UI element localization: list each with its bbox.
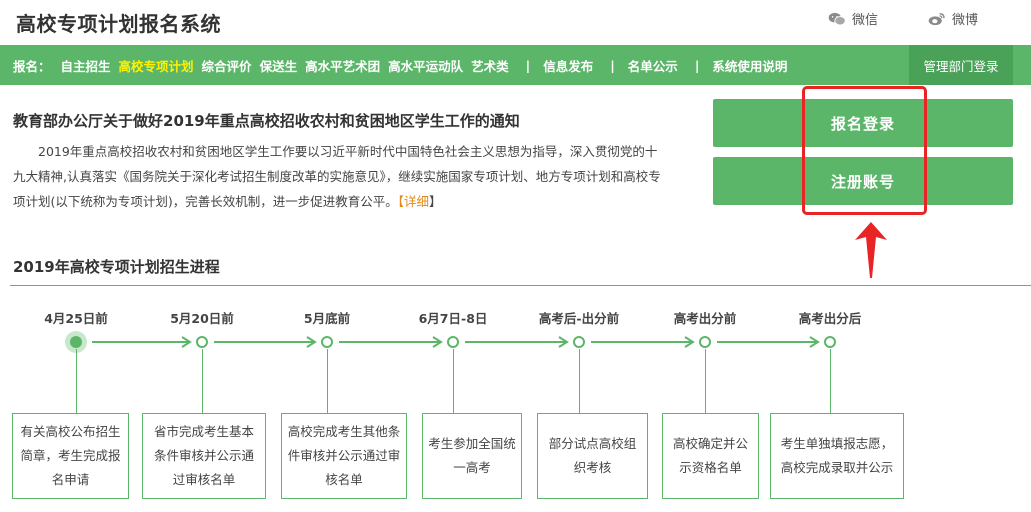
stage-connector	[705, 349, 706, 413]
nav-separator: |	[694, 57, 700, 73]
main-nav: 报名： 自主招生 高校专项计划 综合评价 保送生 高水平艺术团 高水平运动队 艺…	[0, 45, 1031, 85]
stage-connector	[327, 349, 328, 413]
stage-dot	[699, 336, 711, 348]
nav-separator: |	[610, 57, 615, 73]
stage-description: 考生单独填报志愿，高校完成录取并公示	[770, 413, 904, 499]
wechat-link[interactable]: 微信	[828, 9, 878, 28]
stage-description: 高校完成考生其他条件审核并公示通过审核名单	[281, 413, 407, 499]
wechat-label: 微信	[852, 13, 879, 28]
section-divider	[10, 285, 1031, 286]
stage-description: 有关高校公布招生简章，考生完成报名申请	[12, 413, 129, 499]
stage-label: 6月7日-8日	[418, 311, 488, 326]
stage-dot	[824, 336, 836, 348]
stage-dot	[196, 336, 208, 348]
wechat-icon	[828, 12, 846, 25]
more-bracket-close: 】	[429, 194, 442, 209]
login-button[interactable]: 报名登录	[713, 99, 1013, 147]
nav-item-zizhu[interactable]: 自主招生	[61, 56, 111, 75]
more-link[interactable]: 详细	[404, 194, 429, 209]
progress-title: 2019年高校专项计划招生进程	[13, 258, 220, 276]
stage-description: 高校确定并公示资格名单	[662, 413, 759, 499]
notice-body: 2019年重点高校招收农村和贫困地区学生工作要以习近平新时代中国特色社会主义思想…	[13, 139, 663, 214]
stage-description: 部分试点高校组织考核	[537, 413, 648, 499]
stage-dot	[573, 336, 585, 348]
stage-connector	[453, 349, 454, 413]
stage-label: 高考出分后	[798, 311, 862, 326]
nav-prefix: 报名：	[13, 58, 51, 74]
nav-link-list[interactable]: 名单公示	[628, 56, 678, 75]
nav-separator: |	[525, 57, 531, 73]
stage-description: 省市完成考生基本条件审核并公示通过审核名单	[142, 413, 266, 499]
nav-item-yishulei[interactable]: 艺术类	[471, 56, 509, 75]
stage-label: 5月底前	[303, 311, 351, 326]
stage-dot	[447, 336, 459, 348]
nav-item-zhuanxiang[interactable]: 高校专项计划	[119, 56, 194, 75]
annotation-arrow-icon	[855, 222, 887, 278]
admin-login-button[interactable]: 管理部门登录	[909, 45, 1013, 85]
nav-item-zonghe[interactable]: 综合评价	[202, 56, 252, 75]
nav-item-yundongdui[interactable]: 高水平运动队	[388, 56, 463, 75]
stage-label: 高考后-出分前	[538, 311, 620, 326]
stage-connector	[202, 349, 203, 413]
register-button[interactable]: 注册账号	[713, 157, 1013, 205]
site-title: 高校专项计划报名系统	[16, 12, 221, 36]
stage-label: 高考出分前	[673, 311, 737, 326]
stage-connector	[579, 349, 580, 413]
timeline-arrows	[92, 336, 820, 348]
nav-link-guide[interactable]: 系统使用说明	[712, 56, 787, 75]
stage-label: 5月20日前	[170, 311, 234, 326]
weibo-label: 微博	[952, 13, 979, 28]
notice-text: 2019年重点高校招收农村和贫困地区学生工作要以习近平新时代中国特色社会主义思想…	[13, 144, 661, 209]
notice-title[interactable]: 教育部办公厅关于做好2019年重点高校招收农村和贫困地区学生工作的通知	[13, 110, 520, 131]
stage-description: 考生参加全国统一高考	[422, 413, 522, 499]
nav-link-info[interactable]: 信息发布	[543, 56, 593, 75]
stage-connector	[76, 349, 77, 413]
stage-dot	[321, 336, 333, 348]
stage-label: 4月25日前	[44, 311, 108, 326]
weibo-icon	[928, 12, 945, 25]
nav-item-baosong[interactable]: 保送生	[260, 56, 298, 75]
nav-item-yishutuan[interactable]: 高水平艺术团	[305, 56, 380, 75]
stage-connector	[830, 349, 831, 413]
weibo-link[interactable]: 微博	[928, 9, 978, 28]
